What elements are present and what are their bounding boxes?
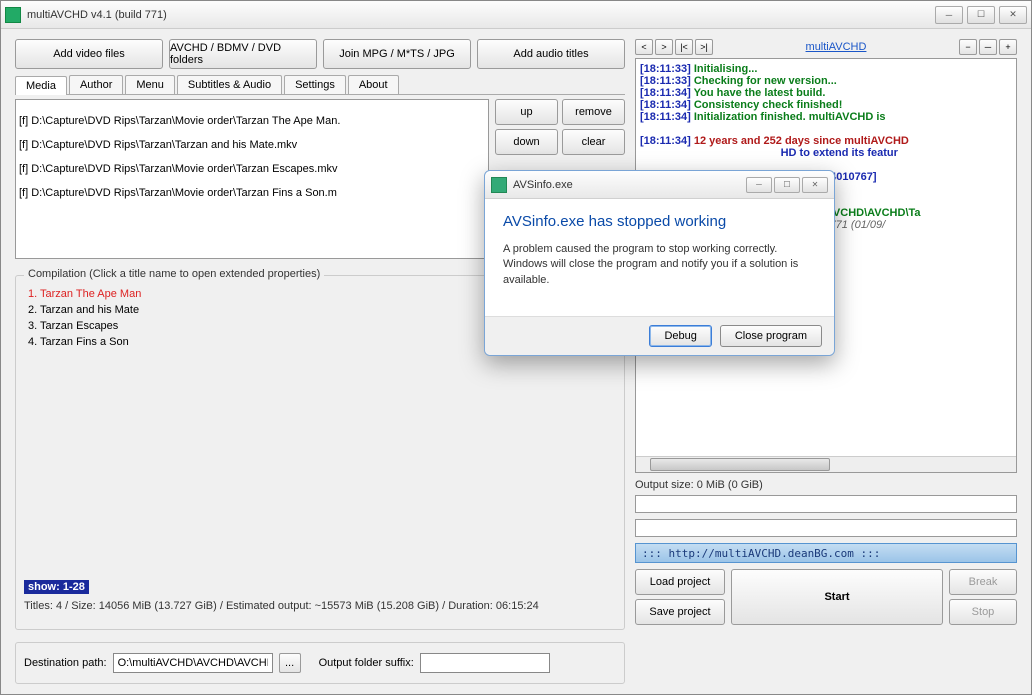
remove-button[interactable]: remove [562, 99, 625, 125]
add-folders-button[interactable]: AVCHD / BDMV / DVD folders [169, 39, 317, 69]
output-size-label: Output size: 0 MiB (0 GiB) [635, 479, 1017, 491]
log-zoom-in[interactable]: + [999, 39, 1017, 55]
output-suffix-label: Output folder suffix: [319, 657, 414, 669]
dialog-close-button[interactable]: ✕ [802, 177, 828, 193]
debug-button[interactable]: Debug [649, 325, 711, 347]
dialog-app-icon [491, 177, 507, 193]
load-project-button[interactable]: Load project [635, 569, 725, 595]
clear-button[interactable]: clear [562, 129, 625, 155]
break-button[interactable]: Break [949, 569, 1017, 595]
content-area: Add video files AVCHD / BDMV / DVD folde… [1, 29, 1031, 694]
tab-subtitles[interactable]: Subtitles & Audio [177, 75, 282, 94]
tab-about[interactable]: About [348, 75, 399, 94]
window-controls: ─ ☐ ✕ [931, 6, 1027, 24]
progress-bar [635, 495, 1017, 513]
tab-menu[interactable]: Menu [125, 75, 175, 94]
file-list[interactable]: [f] D:\Capture\DVD Rips\Tarzan\Movie ord… [15, 99, 489, 259]
maximize-button[interactable]: ☐ [967, 6, 995, 24]
tab-settings[interactable]: Settings [284, 75, 346, 94]
status-bar [635, 519, 1017, 537]
log-zoom-out[interactable]: − [959, 39, 977, 55]
tabs: Media Author Menu Subtitles & Audio Sett… [15, 75, 625, 95]
log-line: HD to extend its featur [640, 147, 1012, 159]
output-suffix-input[interactable] [420, 653, 550, 673]
log-nav-left: < > |< >| [635, 39, 713, 55]
log-nav-fwd[interactable]: > [655, 39, 673, 55]
project-buttons: Load project Save project [635, 569, 725, 625]
dialog-message: A problem caused the program to stop wor… [503, 242, 816, 288]
log-line: [18:11:34] You have the latest build. [640, 87, 1012, 99]
log-nav-right: − ─ + [959, 39, 1017, 55]
log-line: [18:11:33] Initialising... [640, 63, 1012, 75]
titlebar[interactable]: multiAVCHD v4.1 (build 771) ─ ☐ ✕ [1, 1, 1031, 29]
url-bar[interactable]: ::: http://multiAVCHD.deanBG.com ::: [635, 543, 1017, 563]
stop-button[interactable]: Stop [949, 599, 1017, 625]
destination-input[interactable] [113, 653, 273, 673]
log-nav-first[interactable]: |< [675, 39, 693, 55]
file-list-row[interactable]: [f] D:\Capture\DVD Rips\Tarzan\Movie ord… [19, 115, 485, 127]
log-line: [18:11:33] Checking for new version... [640, 75, 1012, 87]
log-horizontal-scrollbar[interactable] [636, 456, 1016, 472]
dialog-button-row: Debug Close program [485, 316, 834, 355]
window-title: multiAVCHD v4.1 (build 771) [27, 9, 931, 21]
minimize-button[interactable]: ─ [935, 6, 963, 24]
destination-label: Destination path: [24, 657, 107, 669]
log-title-link[interactable]: multiAVCHD [766, 41, 907, 53]
tab-media[interactable]: Media [15, 76, 67, 95]
bottom-button-row: Load project Save project Start Break St… [635, 569, 1017, 625]
log-line: [18:11:34] Initialization finished. mult… [640, 111, 1012, 123]
add-audio-titles-button[interactable]: Add audio titles [477, 39, 625, 69]
scrollbar-thumb[interactable] [650, 458, 830, 471]
dialog-maximize-button[interactable]: ☐ [774, 177, 800, 193]
top-button-row: Add video files AVCHD / BDMV / DVD folde… [15, 39, 625, 69]
show-range-badge: show: 1-28 [24, 580, 89, 594]
log-line [640, 123, 1012, 135]
dialog-titlebar[interactable]: AVSinfo.exe ─ ☐ ✕ [485, 171, 834, 199]
app-icon [5, 7, 21, 23]
dialog-body: AVSinfo.exe has stopped working A proble… [485, 199, 834, 316]
dialog-minimize-button[interactable]: ─ [746, 177, 772, 193]
close-button[interactable]: ✕ [999, 6, 1027, 24]
error-dialog: AVSinfo.exe ─ ☐ ✕ AVSinfo.exe has stoppe… [484, 170, 835, 356]
browse-destination-button[interactable]: ... [279, 653, 301, 673]
dialog-title: AVSinfo.exe [513, 179, 746, 191]
right-column: < > |< >| multiAVCHD − ─ + [18:11:33] In… [635, 39, 1017, 684]
join-mpg-button[interactable]: Join MPG / M*TS / JPG [323, 39, 471, 69]
start-button[interactable]: Start [731, 569, 943, 625]
up-button[interactable]: up [495, 99, 558, 125]
left-column: Add video files AVCHD / BDMV / DVD folde… [15, 39, 625, 684]
compilation-legend: Compilation (Click a title name to open … [24, 268, 324, 280]
file-list-row[interactable]: [f] D:\Capture\DVD Rips\Tarzan\Movie ord… [19, 163, 485, 175]
compilation-stats: Titles: 4 / Size: 14056 MiB (13.727 GiB)… [24, 600, 616, 612]
close-program-button[interactable]: Close program [720, 325, 822, 347]
control-buttons: Break Stop [949, 569, 1017, 625]
log-nav-last[interactable]: >| [695, 39, 713, 55]
down-button[interactable]: down [495, 129, 558, 155]
dialog-heading: AVSinfo.exe has stopped working [503, 213, 816, 230]
log-line-btn[interactable]: ─ [979, 39, 997, 55]
save-project-button[interactable]: Save project [635, 599, 725, 625]
file-list-row[interactable]: [f] D:\Capture\DVD Rips\Tarzan\Tarzan an… [19, 139, 485, 151]
log-nav-back[interactable]: < [635, 39, 653, 55]
destination-row: Destination path: ... Output folder suff… [15, 642, 625, 684]
dialog-window-controls: ─ ☐ ✕ [746, 177, 828, 193]
file-list-row[interactable]: [f] D:\Capture\DVD Rips\Tarzan\Movie ord… [19, 187, 485, 199]
log-line: [18:11:34] Consistency check finished! [640, 99, 1012, 111]
tab-author[interactable]: Author [69, 75, 123, 94]
log-header: < > |< >| multiAVCHD − ─ + [635, 39, 1017, 55]
add-video-files-button[interactable]: Add video files [15, 39, 163, 69]
log-line: [18:11:34] 12 years and 252 days since m… [640, 135, 1012, 147]
